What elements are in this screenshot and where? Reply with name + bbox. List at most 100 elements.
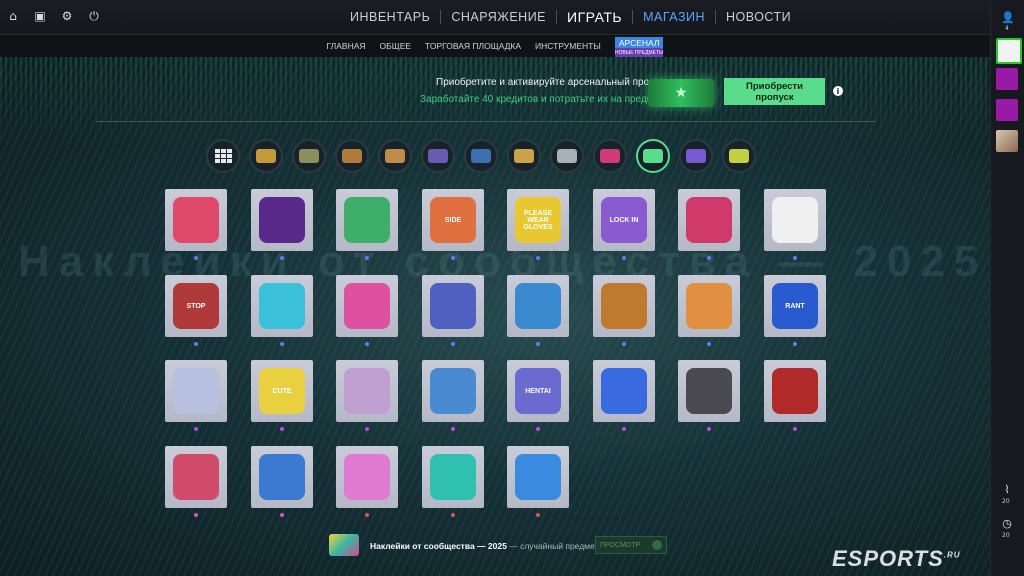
sticker-tile[interactable] <box>336 275 398 337</box>
collection-icon[interactable] <box>507 139 541 173</box>
rarity-dot <box>707 427 711 431</box>
sticker-tile[interactable] <box>764 189 826 251</box>
collection-icon[interactable] <box>550 139 584 173</box>
history-count: 20 <box>1002 532 1010 539</box>
bottom-collection-label: Наклейки от сообщества — 2025 — случайны… <box>370 541 598 551</box>
nav-item[interactable]: ИНВЕНТАРЬ <box>340 10 440 24</box>
sticker-tile[interactable]: HENTAI <box>507 360 569 422</box>
rarity-dot <box>194 342 198 346</box>
collection-art <box>471 149 491 163</box>
sticker-tile[interactable] <box>165 360 227 422</box>
sticker-tile[interactable] <box>678 189 740 251</box>
sticker-tile[interactable] <box>678 360 740 422</box>
sticker-art <box>344 283 390 329</box>
sticker-tile[interactable] <box>422 446 484 508</box>
collection-icon[interactable] <box>593 139 627 173</box>
sticker-tile[interactable] <box>251 446 313 508</box>
collection-art <box>299 149 319 163</box>
sticker-art <box>772 368 818 414</box>
sticker-tile[interactable] <box>336 189 398 251</box>
nav-item[interactable]: ИГРАТЬ <box>557 9 632 25</box>
avatar[interactable] <box>996 99 1018 121</box>
promo-subtitle: Заработайте 40 кредитов и потратьте их н… <box>420 94 671 105</box>
collection-icon[interactable] <box>335 139 369 173</box>
subnav-item[interactable]: ТОРГОВАЯ ПЛОЩАДКА <box>425 41 521 51</box>
sticker-tile[interactable] <box>764 360 826 422</box>
sticker-tile[interactable] <box>336 446 398 508</box>
rarity-dot <box>365 513 369 517</box>
sticker-tile[interactable]: LOCK IN <box>593 189 655 251</box>
rarity-dot <box>365 342 369 346</box>
sticker-tile[interactable] <box>336 360 398 422</box>
collection-icon[interactable] <box>378 139 412 173</box>
sticker-tile[interactable] <box>593 275 655 337</box>
grid-icon <box>214 149 232 163</box>
sticker-tile[interactable] <box>165 446 227 508</box>
sticker-tile[interactable] <box>251 189 313 251</box>
rarity-dot <box>451 513 455 517</box>
avatar[interactable] <box>996 38 1022 64</box>
sticker-tile[interactable] <box>507 446 569 508</box>
avatar[interactable] <box>996 68 1018 90</box>
friends-icon[interactable]: 👤 <box>1001 11 1015 24</box>
sticker-tile[interactable] <box>251 275 313 337</box>
sticker-tile[interactable]: PLEASE WEAR GLOVES <box>507 189 569 251</box>
briefcase-icon[interactable]: ▣ <box>33 9 47 23</box>
collection-icon[interactable] <box>206 139 240 173</box>
sticker-tile[interactable] <box>422 275 484 337</box>
collection-icon[interactable] <box>249 139 283 173</box>
sticker-art <box>601 368 647 414</box>
home-icon[interactable]: ⌂ <box>6 9 20 23</box>
rarity-dot <box>793 342 797 346</box>
broadcast-count: 20 <box>1002 498 1010 505</box>
history-icon[interactable]: ◷ <box>1000 517 1014 531</box>
rarity-dot <box>280 513 284 517</box>
collection-art <box>256 149 276 163</box>
subnav-item[interactable]: ОБЩЕЕ <box>380 41 412 51</box>
subnav-item[interactable]: ИНСТРУМЕНТЫ <box>535 41 601 51</box>
rarity-dot <box>536 342 540 346</box>
sticker-art <box>173 197 219 243</box>
rarity-dot <box>622 427 626 431</box>
watermark-text: ESPORTS <box>832 546 944 571</box>
sticker-art <box>344 454 390 500</box>
sticker-tile[interactable] <box>165 189 227 251</box>
info-icon[interactable]: i <box>833 86 843 96</box>
sticker-tile[interactable]: CUTE <box>251 360 313 422</box>
nav-item[interactable]: СНАРЯЖЕНИЕ <box>441 10 556 24</box>
tab-arsenal[interactable]: АРСЕНАЛ НОВЫЕ ПРЕДМЕТЫ <box>614 36 664 58</box>
broadcast-icon[interactable]: ⌇ <box>1000 483 1014 497</box>
collection-icon[interactable] <box>679 139 713 173</box>
rarity-dot <box>707 342 711 346</box>
collection-icon[interactable] <box>292 139 326 173</box>
rarity-dot <box>280 256 284 260</box>
collection-icon[interactable] <box>636 139 670 173</box>
sticker-tile[interactable]: SIDE <box>422 189 484 251</box>
sticker-tile[interactable] <box>678 275 740 337</box>
nav-item[interactable]: НОВОСТИ <box>716 10 801 24</box>
preview-button[interactable]: ПРОСМОТР <box>595 536 667 554</box>
sticker-art <box>430 368 476 414</box>
collection-icon[interactable] <box>722 139 756 173</box>
rarity-dot <box>536 513 540 517</box>
sticker-art <box>772 197 818 243</box>
sticker-tile[interactable]: STOP <box>165 275 227 337</box>
rarity-dot <box>194 427 198 431</box>
nav-item[interactable]: МАГАЗИН <box>633 10 715 24</box>
rarity-dot <box>194 256 198 260</box>
collection-art <box>557 149 577 163</box>
sticker-tile[interactable] <box>422 360 484 422</box>
collection-icon[interactable] <box>421 139 455 173</box>
subnav-item[interactable]: ГЛАВНАЯ <box>327 41 366 51</box>
gear-icon[interactable]: ⚙ <box>60 9 74 23</box>
buy-pass-button[interactable]: Приобрести пропуск <box>724 78 825 105</box>
sticker-tile[interactable] <box>593 360 655 422</box>
sticker-art: PLEASE WEAR GLOVES <box>515 197 561 243</box>
collection-title: Наклейки от сообщества — 2025 <box>18 237 988 286</box>
collection-icon[interactable] <box>464 139 498 173</box>
power-icon[interactable]: ⏻ <box>87 9 101 23</box>
sticker-art: CUTE <box>259 368 305 414</box>
sticker-tile[interactable] <box>507 275 569 337</box>
avatar[interactable] <box>996 130 1018 152</box>
sticker-tile[interactable]: RANT <box>764 275 826 337</box>
